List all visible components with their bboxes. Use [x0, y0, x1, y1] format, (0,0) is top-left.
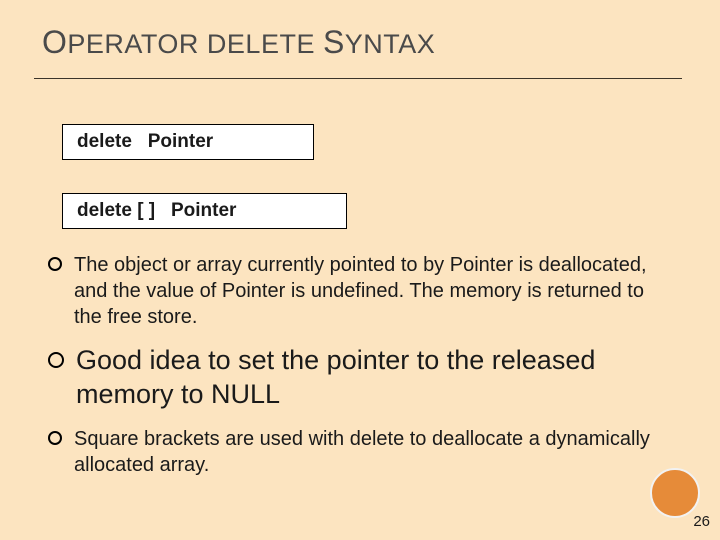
page-number: 26: [693, 513, 710, 530]
syntax-box-delete-array: delete [ ] Pointer: [62, 193, 347, 229]
bullet-icon: [48, 352, 64, 368]
body-content: The object or array currently pointed to…: [48, 252, 662, 492]
bullet-item: The object or array currently pointed to…: [48, 252, 662, 330]
syntax-box-delete: delete Pointer: [62, 124, 314, 160]
bullet-text: Square brackets are used with delete to …: [74, 426, 662, 478]
bullet-text: The object or array currently pointed to…: [74, 252, 662, 330]
bullet-item: Square brackets are used with delete to …: [48, 426, 662, 478]
bullet-icon: [48, 257, 62, 271]
bullet-text: Good idea to set the pointer to the rele…: [76, 344, 662, 412]
accent-circle: [650, 468, 700, 518]
slide-title: OPERATOR DELETE SYNTAX: [42, 24, 435, 61]
bullet-item: Good idea to set the pointer to the rele…: [48, 344, 662, 412]
bullet-icon: [48, 431, 62, 445]
slide: OPERATOR DELETE SYNTAX delete Pointer de…: [0, 0, 720, 540]
title-divider: [34, 78, 682, 79]
